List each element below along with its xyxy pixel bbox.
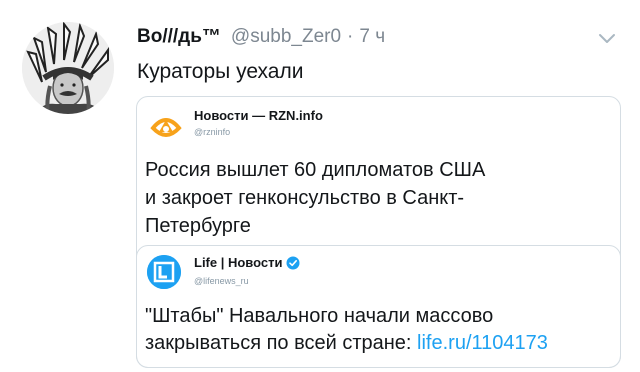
avatar[interactable] <box>22 22 114 114</box>
verified-badge-icon <box>286 256 300 269</box>
nested-author-name[interactable]: Life | Новости <box>194 255 282 270</box>
chevron-down-icon[interactable] <box>598 33 616 45</box>
quoted-text-line: Россия вышлет 60 дипломатов США <box>145 159 486 181</box>
portrait-icon <box>22 22 114 114</box>
quoted-text-line: Петербурге <box>145 215 251 237</box>
article-link[interactable]: life.ru/1104173 <box>417 332 548 354</box>
nested-author-handle[interactable]: @lifenews_ru <box>194 276 249 286</box>
tweet-text: Кураторы уехали <box>137 60 304 83</box>
nested-text-line: закрываться по всей стране: life.ru/1104… <box>145 330 615 357</box>
nested-tweet-text: "Штабы" Навального начали массово закрыв… <box>145 303 615 357</box>
quoted-tweet-text: Россия вышлет 60 дипломатов США и закрое… <box>145 156 585 240</box>
separator-dot: · <box>347 26 354 47</box>
quoted-author-name[interactable]: Новости — RZN.info <box>194 108 323 123</box>
life-logo-icon[interactable] <box>147 255 181 289</box>
nested-text-prefix: закрываться по всей стране: <box>145 332 418 354</box>
timestamp[interactable]: 7 ч <box>359 26 385 48</box>
nested-text-line: "Штабы" Навального начали массово <box>145 305 494 327</box>
tweet-header: Во///дь™ @subb_Zer0 · 7 ч <box>137 26 385 50</box>
user-handle[interactable]: @subb_Zer0 <box>231 26 341 48</box>
tweet[interactable]: Во///дь™ @subb_Zer0 · 7 ч Кураторы уехал… <box>0 0 640 372</box>
quoted-text-line: и закроет генконсульство в Санкт- <box>145 187 465 209</box>
quoted-author-handle[interactable]: @rzninfo <box>194 127 230 137</box>
nested-author-row: Life | Новости <box>194 255 300 270</box>
rzn-logo-icon[interactable] <box>147 108 185 146</box>
display-name[interactable]: Во///дь™ <box>137 26 221 48</box>
